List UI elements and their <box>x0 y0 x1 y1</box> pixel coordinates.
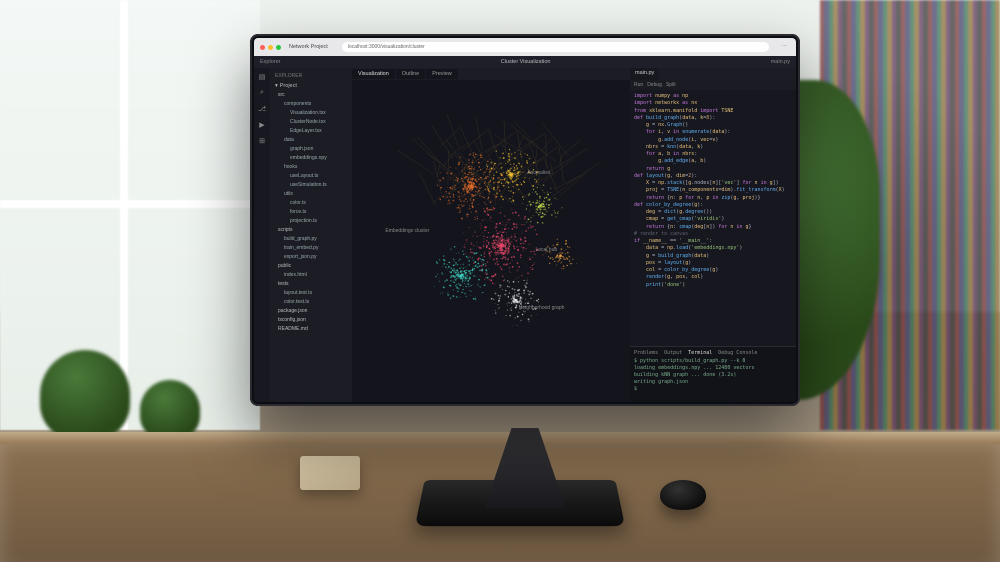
search-icon[interactable]: ⌕ <box>257 88 267 98</box>
chevron-down-icon: ▾ <box>275 83 278 89</box>
main-pane: VisualizationOutlinePreview Embeddings c… <box>352 68 630 402</box>
terminal-panel: Problems Output Terminal Debug Console $ py… <box>630 346 796 402</box>
editor-tab[interactable]: main.py <box>630 68 659 80</box>
tree-item[interactable]: components <box>272 100 350 109</box>
viz-annotation: Neighborhood graph <box>519 305 565 311</box>
window-frame <box>0 0 260 430</box>
minimize-icon[interactable] <box>268 45 273 50</box>
desk-box <box>300 456 360 490</box>
tree-item[interactable]: force.ts <box>272 208 350 217</box>
terminal-tab-problems[interactable]: Problems <box>634 350 658 356</box>
main-tab-visualization[interactable]: Visualization <box>352 69 395 79</box>
tree-item[interactable]: useLayout.ts <box>272 172 350 181</box>
tree-item[interactable]: tsconfig.json <box>272 316 350 325</box>
tree-item[interactable]: scripts <box>272 226 350 235</box>
maximize-icon[interactable] <box>276 45 281 50</box>
terminal-tab-output[interactable]: Output <box>664 350 682 356</box>
ext-icon[interactable]: ⊞ <box>257 136 267 146</box>
tree-item[interactable]: README.md <box>272 325 350 334</box>
terminal-line: building kNN graph ... done (3.2s) <box>634 372 792 379</box>
terminal-line: $ python scripts/build_graph.py --k 8 <box>634 358 792 365</box>
editor-toolbar: Run Debug Split <box>630 80 796 90</box>
monitor: Network Project localhost:3000/visualiza… <box>250 34 800 406</box>
browser-chrome: Network Project localhost:3000/visualiza… <box>254 38 796 56</box>
tree-item[interactable]: projection.ts <box>272 217 350 226</box>
screen: Network Project localhost:3000/visualiza… <box>254 38 796 402</box>
tree-item[interactable]: export_json.py <box>272 253 350 262</box>
sidebar-explorer: Explorer ▾ProjectsrccomponentsVisualizat… <box>270 68 352 402</box>
tree-item[interactable]: public <box>272 262 350 271</box>
main-tabs: VisualizationOutlinePreview <box>352 68 630 80</box>
tree-item[interactable]: embeddings.npy <box>272 154 350 163</box>
tree-item[interactable]: train_embed.py <box>272 244 350 253</box>
tree-item[interactable]: color.test.ts <box>272 298 350 307</box>
tree-section-header[interactable]: ▾Project <box>272 81 350 91</box>
titlebar-right: main.py <box>771 59 790 65</box>
visualization-canvas[interactable]: Embeddings cluster Anomalies Local hub Neig… <box>352 80 630 402</box>
activity-bar: ▤ ⌕ ⎇ ▶ ⊞ <box>254 68 270 402</box>
debug-button[interactable]: Debug <box>647 82 662 88</box>
main-tab-outline[interactable]: Outline <box>396 69 425 79</box>
terminal-line: $ <box>634 386 792 393</box>
plant <box>40 350 130 440</box>
tree-item[interactable]: layout.test.ts <box>272 289 350 298</box>
viz-annotation: Anomalies <box>527 170 550 176</box>
page-title: Cluster Visualization <box>501 59 551 65</box>
tree-item[interactable]: Visualization.tsx <box>272 109 350 118</box>
terminal-output[interactable]: $ python scripts/build_graph.py --k 8loa… <box>634 358 792 393</box>
code-editor[interactable]: import numpy as npimport networkx as nxf… <box>630 90 796 346</box>
editor-tabs: main.py <box>630 68 796 80</box>
terminal-tabs: Problems Output Terminal Debug Console <box>634 350 792 356</box>
tree-item[interactable]: build_graph.py <box>272 235 350 244</box>
tree-item[interactable]: utils <box>272 190 350 199</box>
tree-item[interactable]: useSimulation.ts <box>272 181 350 190</box>
tree-item[interactable]: tests <box>272 280 350 289</box>
tree-item[interactable]: color.ts <box>272 199 350 208</box>
tree-item[interactable]: hooks <box>272 163 350 172</box>
viz-annotation: Embeddings cluster <box>385 228 429 234</box>
tree-item[interactable]: package.json <box>272 307 350 316</box>
debug-icon[interactable]: ▶ <box>257 120 267 130</box>
url-bar[interactable]: localhost:3000/visualization/cluster <box>342 42 769 52</box>
plant <box>140 380 200 440</box>
terminal-tab-debug-console[interactable]: Debug Console <box>718 350 757 356</box>
app-titlebar: Explorer Cluster Visualization main.py <box>254 56 796 68</box>
run-button[interactable]: Run <box>634 82 643 88</box>
url-text: localhost:3000/visualization/cluster <box>348 44 425 50</box>
tree-item[interactable]: src <box>272 91 350 100</box>
mouse <box>660 480 706 510</box>
split-button[interactable]: Split <box>666 82 676 88</box>
browser-tab[interactable]: Network Project <box>285 43 332 51</box>
traffic-lights[interactable] <box>260 45 281 50</box>
terminal-line: writing graph.json <box>634 379 792 386</box>
titlebar-left: Explorer <box>260 59 280 65</box>
tree-item[interactable]: ClusterNode.tsx <box>272 118 350 127</box>
main-tab-preview[interactable]: Preview <box>426 69 458 79</box>
editor-pane: main.py Run Debug Split import numpy as np… <box>630 68 796 402</box>
tree-item[interactable]: index.html <box>272 271 350 280</box>
terminal-line: loading embeddings.npy ... 12480 vectors <box>634 365 792 372</box>
close-icon[interactable] <box>260 45 265 50</box>
files-icon[interactable]: ▤ <box>257 72 267 82</box>
terminal-tab-terminal[interactable]: Terminal <box>688 350 712 356</box>
browser-menu-button[interactable]: ⋯ <box>779 43 791 51</box>
tree-item[interactable]: EdgeLayer.tsx <box>272 127 350 136</box>
tree-item[interactable]: data <box>272 136 350 145</box>
git-icon[interactable]: ⎇ <box>257 104 267 114</box>
viz-annotation: Local hub <box>535 247 557 253</box>
tree-item[interactable]: graph.json <box>272 145 350 154</box>
file-tree: ▾ProjectsrccomponentsVisualization.tsxCl… <box>272 81 350 334</box>
app-body: ▤⌕⎇▶⊞ Explorer ▾ProjectsrccomponentsVisu… <box>254 68 796 402</box>
sidebar-title: Explorer <box>272 71 350 81</box>
